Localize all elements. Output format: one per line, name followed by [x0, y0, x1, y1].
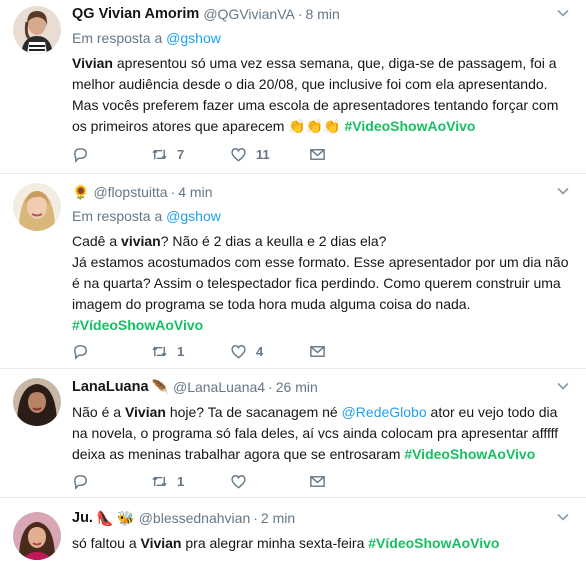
like-icon	[231, 344, 246, 359]
avatar[interactable]	[13, 512, 61, 560]
hashtag-link[interactable]: #VídeoShowAoVivo	[368, 535, 499, 551]
hashtag-link[interactable]: #VídeoShowAoVivo	[72, 317, 203, 333]
tweet[interactable]: QG Vivian Amorim @QGVivianVA · 8 min Em …	[0, 0, 586, 174]
tweet-timeline: QG Vivian Amorim @QGVivianVA · 8 min Em …	[0, 0, 586, 562]
reply-icon	[74, 147, 87, 163]
reply-prefix: Em resposta a	[72, 208, 167, 224]
tweet[interactable]: 🌻 @flopstuitta · 4 min Em resposta a @gs…	[0, 174, 586, 369]
direct-message-button[interactable]	[309, 146, 388, 163]
bold-word: Vivian	[72, 55, 113, 71]
tweet-text: Cadê a vivian? Não é 2 dias a keulla e 2…	[72, 231, 570, 336]
tweet-line-start: só faltou a	[72, 535, 141, 551]
direct-message-button[interactable]	[309, 473, 388, 490]
chevron-down-icon[interactable]	[556, 184, 570, 198]
heel-bee-emojis: 👠 🐝	[95, 510, 135, 526]
sunflower-emoji: 🌻	[72, 184, 90, 200]
reply-context: Em resposta a @gshow	[72, 30, 570, 48]
tweet[interactable]: LanaLuana 🪶 @LanaLuana4 · 26 min Não é a…	[0, 369, 586, 498]
retweet-icon	[152, 346, 167, 356]
timestamp[interactable]: 8 min	[306, 6, 340, 22]
bold-word: Vivian	[140, 535, 182, 551]
author-name[interactable]: LanaLuana	[72, 379, 149, 395]
timestamp[interactable]: 2 min	[261, 510, 295, 526]
reply-button[interactable]	[72, 146, 151, 163]
chevron-down-icon[interactable]	[556, 379, 570, 393]
tweet-line-end: ? Não é 2 dias a keulla e 2 dias ela?	[160, 233, 387, 249]
chevron-down-icon[interactable]	[556, 510, 570, 524]
direct-message-button[interactable]	[309, 343, 388, 360]
separator-dot: ·	[268, 379, 273, 395]
feather-emoji: 🪶	[151, 379, 169, 395]
tweet-line-start: Não é a	[72, 404, 125, 420]
tweet-header: Ju. 👠 🐝 @blessednahvian · 2 min	[72, 508, 570, 528]
like-button[interactable]: 4	[230, 343, 309, 360]
tweet-body: Já estamos acostumados com esse formato.…	[72, 254, 569, 312]
timestamp[interactable]: 4 min	[178, 184, 212, 200]
mention-link[interactable]: @RedeGlobo	[342, 404, 427, 420]
reply-prefix: Em resposta a	[72, 30, 167, 46]
avatar[interactable]	[13, 183, 61, 231]
author-handle[interactable]: @blessednahvian	[139, 510, 251, 526]
author-name[interactable]: Ju.	[72, 510, 93, 526]
tweet-header: QG Vivian Amorim @QGVivianVA · 8 min	[72, 4, 570, 24]
retweet-icon	[152, 476, 167, 486]
like-count: 11	[256, 146, 270, 162]
clap-emojis: 👏👏👏	[288, 118, 341, 134]
chevron-down-icon[interactable]	[556, 6, 570, 20]
like-button[interactable]	[230, 473, 309, 490]
retweet-button[interactable]: 7	[151, 146, 230, 163]
reply-to-link[interactable]: @gshow	[166, 208, 221, 224]
retweet-button[interactable]: 1	[151, 343, 230, 360]
tweet-body: pra alegrar minha sexta-feira	[181, 535, 369, 551]
direct-message-icon	[310, 148, 325, 160]
separator-dot: ·	[170, 184, 176, 200]
reply-to-link[interactable]: @gshow	[166, 30, 221, 46]
retweet-count: 1	[177, 473, 185, 489]
tweet-actions: 1 4	[72, 341, 388, 361]
like-icon	[231, 147, 246, 162]
reply-context: Em resposta a @gshow	[72, 208, 570, 226]
hashtag-link[interactable]: #VideoShowAoVivo	[404, 446, 535, 462]
retweet-count: 1	[177, 343, 185, 359]
author-handle[interactable]: @flopstuitta	[93, 184, 167, 200]
timestamp[interactable]: 26 min	[276, 379, 318, 395]
direct-message-icon	[310, 345, 325, 357]
tweet-actions: 7 11	[72, 144, 388, 164]
avatar[interactable]	[13, 378, 61, 426]
direct-message-icon	[310, 475, 325, 487]
retweet-button[interactable]: 1	[151, 473, 230, 490]
like-count: 4	[256, 343, 264, 359]
separator-dot: ·	[297, 6, 303, 22]
reply-button[interactable]	[72, 343, 151, 360]
tweet-actions: 1	[72, 471, 388, 491]
tweet-text: Vivian apresentou só uma vez essa semana…	[72, 53, 570, 137]
like-icon	[231, 474, 246, 489]
avatar[interactable]	[13, 6, 61, 54]
author-handle[interactable]: @QGVivianVA	[203, 6, 295, 22]
like-button[interactable]: 11	[230, 146, 309, 163]
tweet[interactable]: Ju. 👠 🐝 @blessednahvian · 2 min só falto…	[0, 498, 586, 562]
retweet-count: 7	[177, 146, 185, 162]
bold-word: vivian	[121, 233, 161, 249]
reply-icon	[74, 344, 87, 360]
reply-icon	[74, 474, 87, 490]
reply-button[interactable]	[72, 473, 151, 490]
hashtag-link[interactable]: #VideoShowAoVivo	[345, 118, 476, 134]
tweet-header: 🌻 @flopstuitta · 4 min	[72, 182, 570, 202]
author-handle[interactable]: @LanaLuana4	[173, 379, 265, 395]
tweet-header: LanaLuana 🪶 @LanaLuana4 · 26 min	[72, 377, 570, 397]
bold-word: Vivian	[124, 404, 166, 420]
tweet-mid: hoje? Ta de sacanagem né	[165, 404, 342, 420]
tweet-text: só faltou a Vivian pra alegrar minha sex…	[72, 533, 570, 554]
tweet-text: Não é a Vivian hoje? Ta de sacanagem né …	[72, 402, 570, 465]
retweet-icon	[152, 149, 167, 159]
author-name[interactable]: QG Vivian Amorim	[72, 6, 199, 22]
tweet-line-start: Cadê a	[72, 233, 122, 249]
separator-dot: ·	[253, 510, 258, 526]
